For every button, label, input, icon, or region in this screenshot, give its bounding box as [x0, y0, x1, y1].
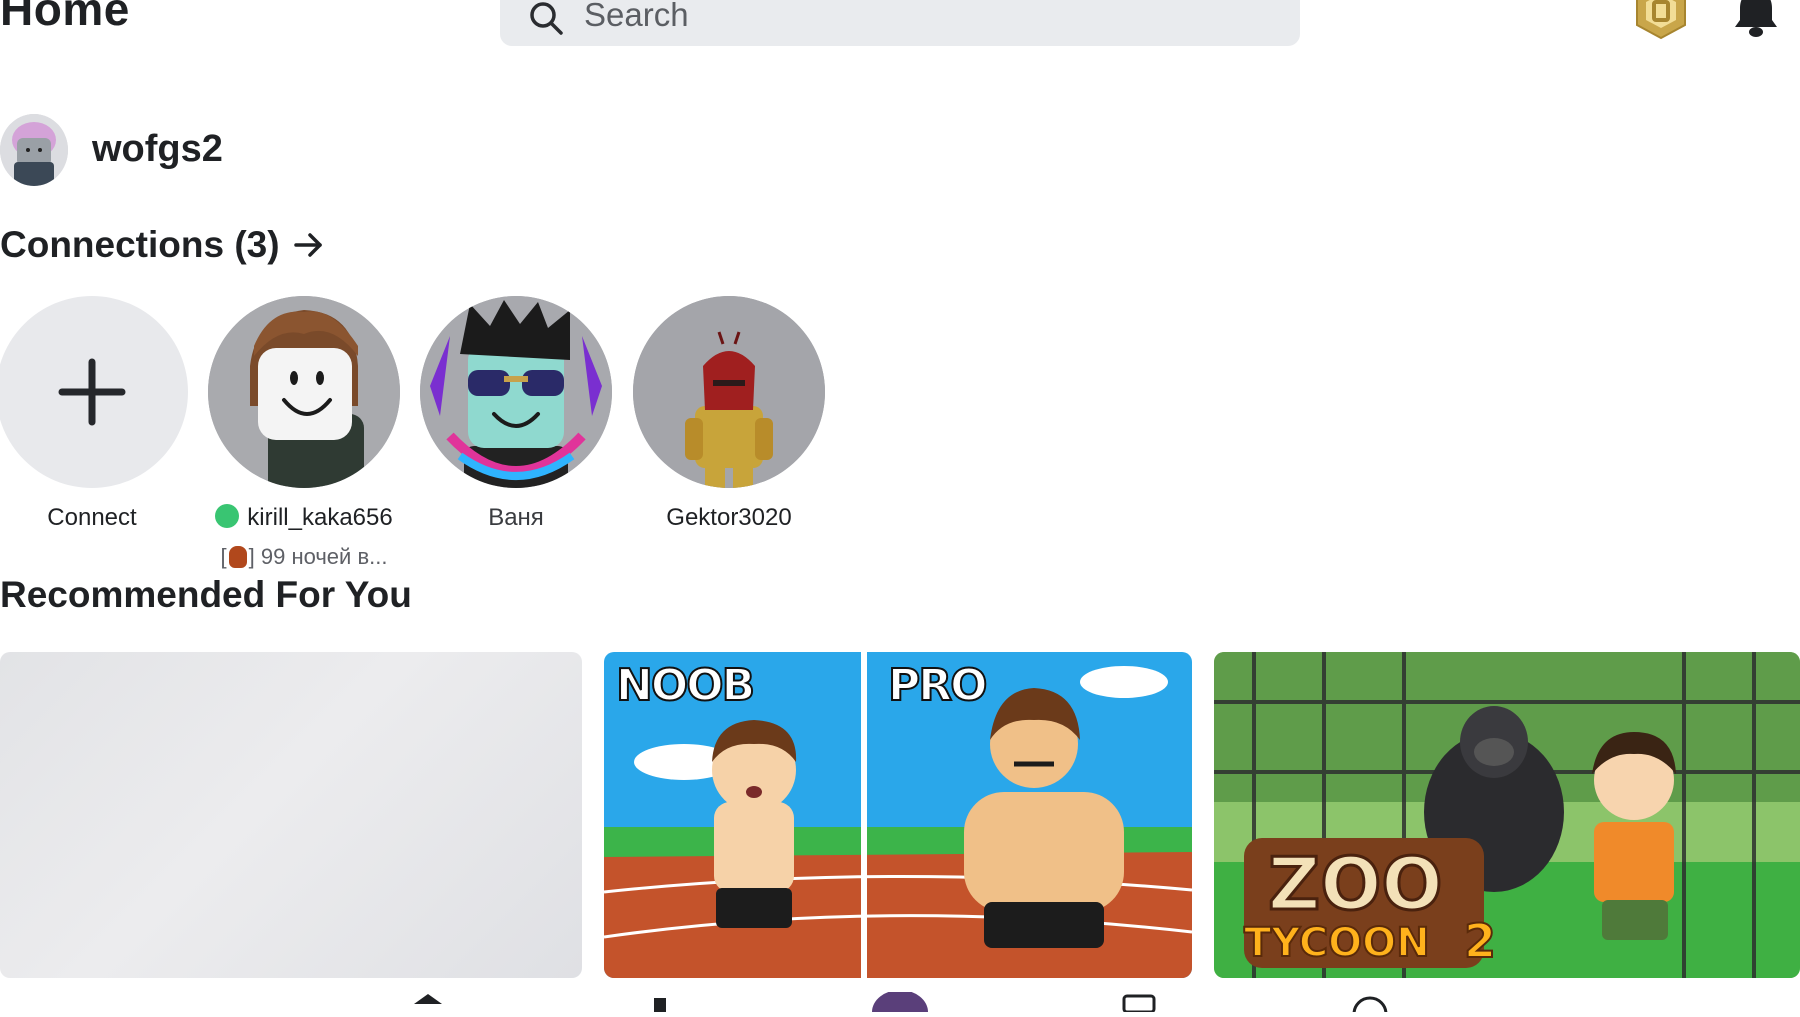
avatar-image: [420, 296, 612, 488]
friend-avatar: [420, 296, 612, 488]
thumbnail-label-tycoon: TYCOON: [1243, 919, 1431, 967]
friend-item-kirill[interactable]: kirill_kaka656 [] 99 ночей в...: [208, 296, 400, 569]
game-tile-loading[interactable]: [0, 652, 582, 978]
owl-icon: [228, 546, 247, 568]
online-status-icon: [215, 504, 240, 528]
connections-header-link[interactable]: Connections (3): [0, 224, 326, 266]
connect-circle: [0, 296, 188, 488]
search-placeholder: Search: [584, 0, 689, 33]
connections-heading: Connections (3): [0, 224, 280, 265]
game-tile-noob-vs-pro[interactable]: NOOB PRO: [604, 652, 1192, 978]
notification-bell-icon[interactable]: [1732, 0, 1780, 38]
thumbnail-label-zoo: ZOO: [1267, 841, 1445, 928]
friend-presence: [] 99 ночей в...: [220, 544, 388, 569]
profile-nav-icon: [872, 990, 928, 1017]
robux-icon[interactable]: [1634, 0, 1688, 40]
thumbnail-label-2: 2: [1463, 913, 1497, 969]
game-tile-zoo-tycoon-2[interactable]: ZOO TYCOON 2: [1214, 652, 1800, 978]
arrow-right-icon: [293, 233, 322, 257]
bottom-navigation: [0, 990, 1800, 1017]
bottom-nav-icons: [414, 990, 1388, 1017]
chat-nav-icon: [1122, 994, 1156, 1014]
friend-avatar: [633, 296, 825, 488]
avatar-nav-icon: [654, 998, 666, 1012]
avatar-image: [633, 296, 825, 488]
search-input[interactable]: Search: [500, 0, 1300, 46]
thumbnail-label-noob: NOOB: [615, 659, 756, 712]
avatar-image: [208, 296, 400, 488]
connect-button[interactable]: Connect: [0, 296, 188, 531]
friend-name: Gektor3020: [666, 504, 792, 531]
friend-item-vanya[interactable]: Ваня: [420, 296, 612, 531]
page-title: Home: [0, 0, 130, 35]
plus-icon: [58, 358, 126, 426]
more-nav-icon: [1352, 996, 1388, 1017]
thumbnail-label-pro: PRO: [887, 659, 989, 712]
username[interactable]: wofgs2: [92, 128, 223, 171]
friend-item-gektor[interactable]: Gektor3020: [633, 296, 825, 531]
user-avatar[interactable]: [0, 114, 68, 186]
home-icon: [414, 994, 442, 1004]
recommended-heading: Recommended For You: [0, 574, 412, 615]
search-icon: [530, 2, 563, 35]
avatar-image: [0, 114, 68, 186]
friend-avatar: [208, 296, 400, 488]
